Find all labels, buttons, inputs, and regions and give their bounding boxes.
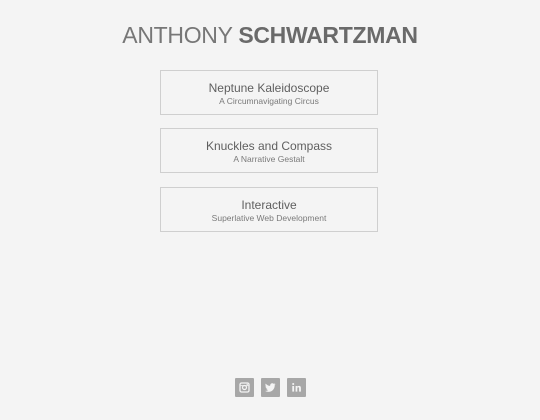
project-title: Neptune Kaleidoscope [208,81,330,95]
twitter-icon [264,383,275,392]
site-title-last-name[interactable]: SCHWARTZMAN [238,22,418,48]
project-title: Interactive [241,198,297,212]
project-title: Knuckles and Compass [205,139,333,153]
project-subtitle: Superlative Web Development [211,213,327,223]
linkedin-link[interactable] [286,378,306,397]
page: ANTHONY SCHWARTZMAN Neptune Kaleidoscope… [0,0,540,420]
project-card-interactive[interactable]: Interactive Superlative Web Development [160,187,378,232]
project-subtitle: A Narrative Gestalt [233,154,305,164]
site-title: ANTHONY SCHWARTZMAN [0,21,540,49]
instagram-link[interactable] [234,378,254,397]
twitter-link[interactable] [260,378,280,397]
instagram-icon [238,382,250,393]
site-title-first-name: ANTHONY [122,22,233,48]
project-card-knuckles-and-compass[interactable]: Knuckles and Compass A Narrative Gestalt [160,128,378,173]
project-card-neptune-kaleidoscope[interactable]: Neptune Kaleidoscope A Circumnavigating … [160,70,378,115]
project-subtitle: A Circumnavigating Circus [219,96,319,106]
linkedin-icon [291,382,301,392]
social-links [0,378,540,397]
